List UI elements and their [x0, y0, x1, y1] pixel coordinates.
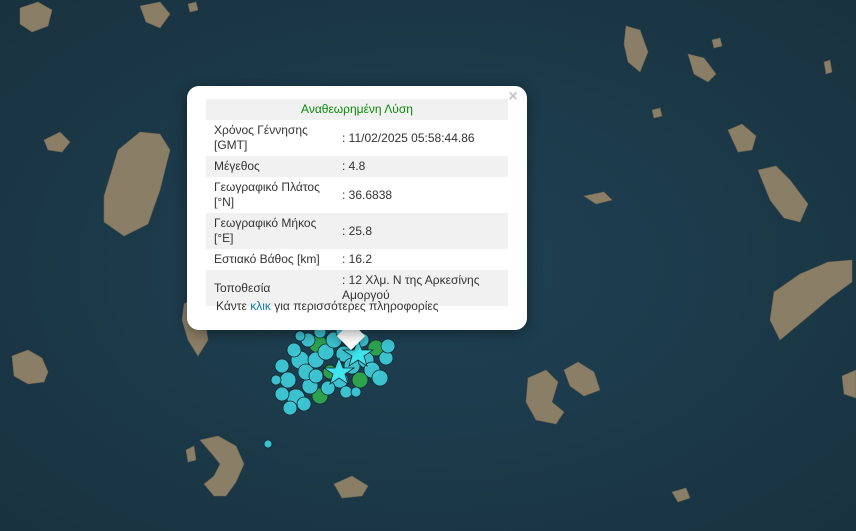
quake-marker-cyan[interactable]	[320, 380, 336, 396]
popup-title: Αναθεωρημένη Λύση	[206, 99, 508, 120]
row-magnitude: Μέγεθος : 4.8	[206, 156, 508, 177]
earthquake-popup: × Αναθεωρημένη Λύση Χρόνος Γέννησης [GMT…	[187, 86, 527, 330]
quake-marker-cyan[interactable]	[308, 368, 324, 384]
row-depth: Εστιακό Βάθος [km] : 16.2	[206, 249, 508, 270]
row-latitude: Γεωγραφικό Πλάτος [°N] : 36.6838	[206, 177, 508, 213]
row-label: Χρόνος Γέννησης [GMT]	[214, 123, 308, 152]
row-value: : 36.6838	[342, 187, 393, 202]
popup-title-row: Αναθεωρημένη Λύση	[206, 99, 508, 120]
quake-marker-cyan[interactable]	[274, 386, 290, 402]
row-label: Εστιακό Βάθος [km]	[214, 252, 320, 266]
island-small-4	[651, 107, 663, 119]
quake-marker-cyan[interactable]	[274, 358, 290, 374]
island-small-1	[711, 37, 723, 49]
quake-marker-cyan[interactable]	[286, 342, 302, 358]
quake-marker-cyan[interactable]	[380, 338, 396, 354]
island-small-3	[187, 1, 199, 13]
row-label: Γεωγραφικό Μήκος [°E]	[206, 213, 334, 249]
quake-marker-cyan[interactable]	[270, 374, 282, 386]
more-prefix: Κάντε	[216, 299, 247, 313]
more-info-text: Κάντε κλικ για περισσότερες πληροφορίες	[216, 299, 439, 313]
quake-marker-cyan[interactable]	[294, 330, 306, 342]
quake-marker-cyan[interactable]	[263, 439, 273, 449]
quake-marker-cyan[interactable]	[279, 371, 297, 389]
row-value: : 16.2	[342, 252, 373, 266]
row-value: : 4.8	[334, 156, 508, 177]
row-value: : 25.8	[334, 213, 508, 249]
quake-marker-cyan[interactable]	[282, 400, 298, 416]
row-longitude: Γεωγραφικό Μήκος [°E] : 25.8	[206, 213, 508, 249]
more-info-link[interactable]: κλικ	[250, 299, 271, 313]
more-suffix: για περισσότερες πληροφορίες	[274, 299, 439, 313]
quake-marker-cyan[interactable]	[371, 369, 389, 387]
row-value: : 11/02/2025 05:58:44.86	[342, 130, 475, 145]
row-label: Μέγεθος	[206, 156, 334, 177]
quake-marker-cyan[interactable]	[339, 385, 353, 399]
quake-marker-cyan[interactable]	[350, 386, 362, 398]
quake-info-table: Αναθεωρημένη Λύση Χρόνος Γέννησης [GMT] …	[206, 99, 508, 306]
row-origin-time: Χρόνος Γέννησης [GMT] : 11/02/2025 05:58…	[206, 120, 508, 156]
quake-marker-cyan[interactable]	[296, 396, 312, 412]
row-label: Γεωγραφικό Πλάτος [°N]	[214, 180, 320, 209]
